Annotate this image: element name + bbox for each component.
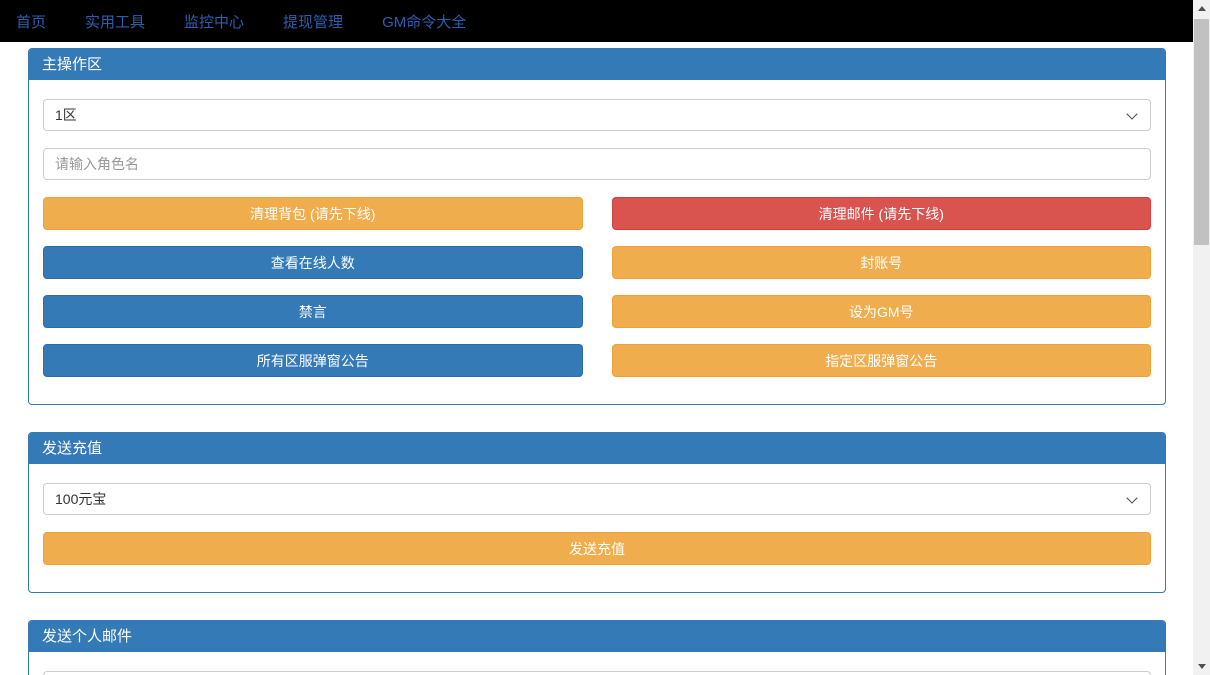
button-row-4: 所有区服弹窗公告 指定区服弹窗公告 bbox=[43, 344, 1151, 377]
clear-backpack-button[interactable]: 清理背包 (请先下线) bbox=[43, 197, 583, 230]
panel-main-operations-body: 1区 清理背包 (请先下线) 清理邮件 (请先下线) 查看在线人数 封账号 禁言… bbox=[29, 80, 1165, 404]
recharge-amount-select-wrapper: 100元宝 bbox=[43, 483, 1151, 515]
panel-main-operations-title: 主操作区 bbox=[29, 49, 1165, 80]
nav-item-withdraw-management[interactable]: 提现管理 bbox=[268, 0, 358, 42]
panel-send-recharge-body: 100元宝 发送充值 bbox=[29, 464, 1165, 592]
send-recharge-button[interactable]: 发送充值 bbox=[43, 532, 1151, 565]
panel-personal-mail-body bbox=[29, 652, 1165, 675]
nav-item-gm-commands[interactable]: GM命令大全 bbox=[367, 0, 481, 42]
scrollbar-up-arrow[interactable] bbox=[1193, 0, 1210, 17]
server-select-wrapper: 1区 bbox=[43, 99, 1151, 131]
server-select[interactable]: 1区 bbox=[43, 99, 1151, 131]
panel-send-recharge: 发送充值 100元宝 发送充值 bbox=[28, 432, 1166, 593]
mute-button[interactable]: 禁言 bbox=[43, 295, 583, 328]
button-row-3: 禁言 设为GM号 bbox=[43, 295, 1151, 328]
nav-item-home[interactable]: 首页 bbox=[1, 0, 61, 42]
top-navbar: 首页 实用工具 监控中心 提现管理 GM命令大全 bbox=[0, 0, 1193, 42]
set-gm-button[interactable]: 设为GM号 bbox=[612, 295, 1152, 328]
scrollbar-down-arrow[interactable] bbox=[1193, 658, 1210, 675]
all-servers-popup-announce-button[interactable]: 所有区服弹窗公告 bbox=[43, 344, 583, 377]
triangle-up-icon bbox=[1198, 6, 1206, 11]
nav-item-utilities[interactable]: 实用工具 bbox=[70, 0, 160, 42]
main-content: 主操作区 1区 清理背包 (请先下线) 清理邮件 (请先下线) 查看在线人数 封… bbox=[28, 48, 1166, 675]
triangle-down-icon bbox=[1198, 664, 1206, 669]
view-online-count-button[interactable]: 查看在线人数 bbox=[43, 246, 583, 279]
panel-personal-mail-title: 发送个人邮件 bbox=[29, 621, 1165, 652]
button-row-2: 查看在线人数 封账号 bbox=[43, 246, 1151, 279]
mail-field-partial-input[interactable] bbox=[43, 671, 1151, 675]
page-viewport: 首页 实用工具 监控中心 提现管理 GM命令大全 主操作区 1区 清理背包 (请… bbox=[0, 0, 1193, 675]
clear-mail-button[interactable]: 清理邮件 (请先下线) bbox=[612, 197, 1152, 230]
ban-account-button[interactable]: 封账号 bbox=[612, 246, 1152, 279]
role-name-input[interactable] bbox=[43, 148, 1151, 180]
nav-item-monitor-center[interactable]: 监控中心 bbox=[169, 0, 259, 42]
panel-main-operations: 主操作区 1区 清理背包 (请先下线) 清理邮件 (请先下线) 查看在线人数 封… bbox=[28, 48, 1166, 405]
specified-servers-popup-announce-button[interactable]: 指定区服弹窗公告 bbox=[612, 344, 1152, 377]
vertical-scrollbar[interactable] bbox=[1193, 0, 1210, 675]
scrollbar-thumb[interactable] bbox=[1194, 19, 1209, 245]
panel-personal-mail: 发送个人邮件 bbox=[28, 620, 1166, 675]
button-row-send-recharge: 发送充值 bbox=[43, 532, 1151, 565]
panel-send-recharge-title: 发送充值 bbox=[29, 433, 1165, 464]
recharge-amount-select[interactable]: 100元宝 bbox=[43, 483, 1151, 515]
button-row-1: 清理背包 (请先下线) 清理邮件 (请先下线) bbox=[43, 197, 1151, 230]
